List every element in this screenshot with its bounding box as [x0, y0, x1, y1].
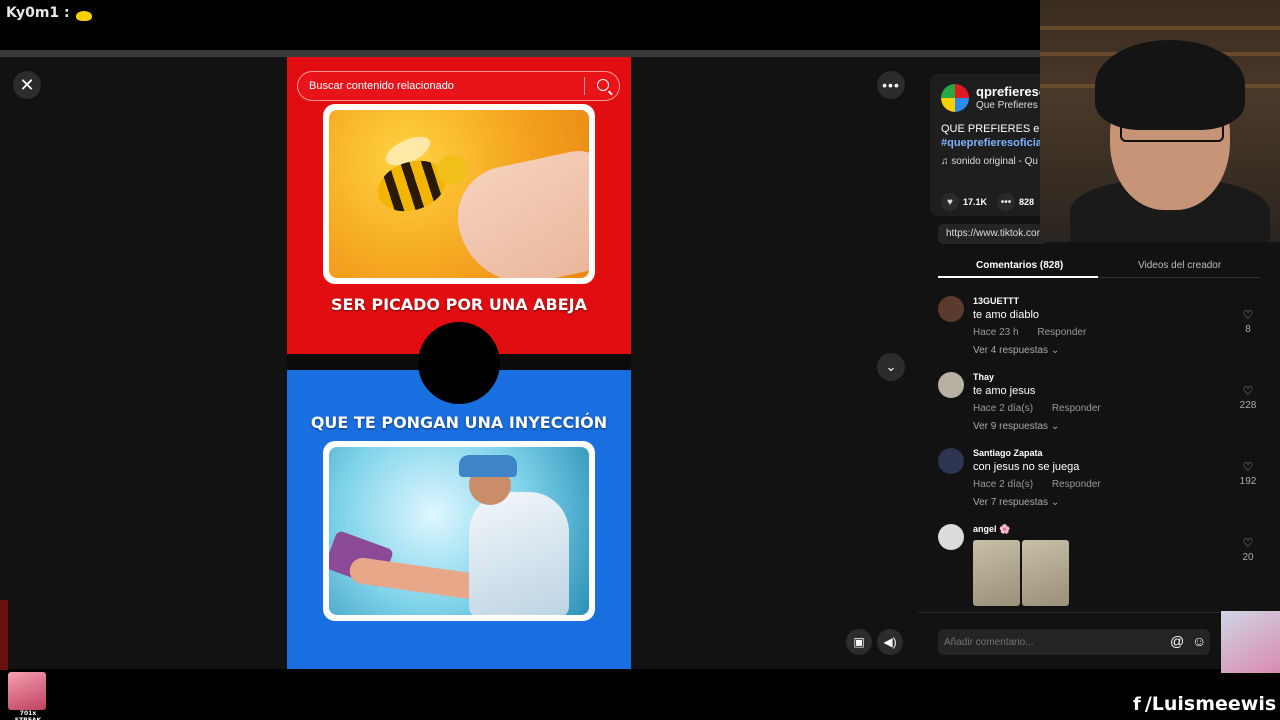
creator-avatar[interactable] [941, 84, 969, 112]
comment-meta: Hace 2 día(s) Responder [973, 403, 1117, 414]
view-replies-link[interactable]: Ver 4 respuestas ⌄ [973, 345, 1059, 356]
emote-icon [75, 11, 92, 21]
hand-shape [448, 144, 589, 278]
search-placeholder: Buscar contenido relacionado [309, 80, 454, 92]
comment-text: te amo jesus [973, 385, 1036, 397]
comment-image[interactable] [973, 540, 1020, 606]
more-options-button[interactable]: ••• [877, 71, 905, 99]
video-player[interactable]: Buscar contenido relacionado SER PICADO … [287, 57, 631, 669]
view-replies-link[interactable]: Ver 9 respuestas ⌄ [973, 421, 1059, 432]
creator-subtitle: Que Prefieres [976, 100, 1038, 111]
like-stat[interactable]: ♥ 17.1K [941, 193, 987, 211]
search-divider [584, 77, 585, 95]
commenter-name[interactable]: Thay [973, 372, 994, 382]
creator-name[interactable]: qprefieresoficial [976, 84, 1040, 99]
picture-in-picture-button[interactable]: ▣ [846, 629, 872, 655]
center-circle [418, 322, 500, 404]
tab-creator-videos[interactable]: Videos del creador [1138, 260, 1221, 271]
comment-item: 13GUETTT te amo diablo Hace 23 h Respond… [938, 296, 1260, 362]
nurse-body [469, 492, 569, 615]
top-option-caption: SER PICADO POR UNA ABEJA [331, 295, 587, 314]
reply-link[interactable]: Responder [1037, 327, 1086, 338]
comment-like-count: 228 [1239, 400, 1257, 411]
shelf [1040, 26, 1280, 30]
panel-tabs: Comentarios (828) Videos del creador [938, 256, 1260, 278]
reply-link[interactable]: Responder [1052, 479, 1101, 490]
heart-icon: ♥ [941, 193, 959, 211]
injection-illustration [329, 447, 589, 615]
heart-outline-icon: ♡ [1242, 384, 1254, 398]
active-tab-indicator [938, 276, 1098, 278]
streamer-glasses [1120, 122, 1224, 142]
emoji-icon[interactable]: ☺ [1192, 633, 1206, 649]
heart-outline-icon: ♡ [1242, 460, 1254, 474]
social-handle-text: /Luismeewis [1144, 693, 1277, 715]
webcam-overlay [1040, 0, 1280, 242]
streak-badge: 701x STREAK [8, 672, 48, 720]
nurse-cap [459, 455, 517, 477]
close-button[interactable]: ✕ [13, 71, 41, 99]
commenter-name[interactable]: angel 🌸 [973, 524, 1010, 535]
search-icon[interactable] [597, 79, 609, 91]
volume-button[interactable]: ◀) [877, 629, 903, 655]
commenter-avatar[interactable] [938, 524, 964, 550]
screen: Ky0m1 : ✕ Buscar contenido relacionado S… [0, 0, 1280, 720]
streak-image [8, 672, 46, 710]
bee-image-card [323, 104, 595, 284]
comment-like[interactable]: ♡ 8 [1236, 308, 1260, 335]
mention-icon[interactable]: @ [1170, 633, 1184, 649]
comment-text: con jesus no se juega [973, 461, 1080, 473]
video-url-field[interactable]: https://www.tiktok.com [938, 224, 1048, 244]
comment-input-area: @ ☺ [918, 612, 1220, 669]
heart-outline-icon: ♡ [1242, 308, 1254, 322]
social-handle: f /Luismeewis [1133, 693, 1276, 715]
top-divider [0, 50, 1040, 57]
commenter-name[interactable]: 13GUETTT [973, 296, 1019, 306]
comment-item: Santiago Zapata con jesus no se juega Ha… [938, 448, 1260, 514]
comment-like-count: 8 [1245, 324, 1251, 335]
like-count: 17.1K [963, 197, 988, 207]
chat-message: Ky0m1 : [6, 5, 92, 21]
related-search-input[interactable]: Buscar contenido relacionado [297, 71, 620, 101]
bee-head [437, 155, 467, 185]
bee-illustration [329, 110, 589, 278]
left-edge-overlay [0, 600, 8, 670]
music-label[interactable]: ♫ sonido original - Qu [941, 156, 1040, 167]
comment-meta: Hace 23 h Responder [973, 327, 1102, 338]
comment-image[interactable] [1022, 540, 1069, 606]
comment-stat[interactable]: ••• 828 [997, 193, 1034, 211]
next-video-button[interactable]: ⌄ [877, 353, 905, 381]
comment-like-count: 20 [1242, 552, 1254, 563]
pet-cam-overlay [1221, 611, 1280, 673]
hashtag-link[interactable]: #queprefieresoficial [941, 137, 1040, 149]
comment-like[interactable]: ♡ 192 [1236, 460, 1260, 487]
comment-item: Thay te amo jesus Hace 2 día(s) Responde… [938, 372, 1260, 438]
streak-label: 701x STREAK [15, 710, 41, 720]
comment-like[interactable]: ♡ 20 [1236, 536, 1260, 563]
video-description: QUE PREFIERES el q [941, 123, 1040, 135]
reply-link[interactable]: Responder [1052, 403, 1101, 414]
bottom-option-caption: QUE TE PONGAN UNA INYECCIÓN [310, 413, 608, 432]
commenter-avatar[interactable] [938, 372, 964, 398]
comment-count: 828 [1019, 197, 1035, 207]
commenter-name[interactable]: Santiago Zapata [973, 448, 1043, 458]
comment-bubble-icon: ••• [997, 193, 1015, 211]
facebook-icon: f [1133, 693, 1141, 715]
comment-like-count: 192 [1239, 476, 1257, 487]
comment-time: Hace 2 día(s) [973, 403, 1034, 414]
comment-text: te amo diablo [973, 309, 1040, 321]
chat-username: Ky0m1 : [6, 5, 70, 21]
tab-comments[interactable]: Comentarios (828) [976, 260, 1063, 271]
view-replies-link[interactable]: Ver 7 respuestas ⌄ [973, 497, 1059, 508]
commenter-avatar[interactable] [938, 448, 964, 474]
heart-outline-icon: ♡ [1242, 536, 1254, 550]
comment-like[interactable]: ♡ 228 [1236, 384, 1260, 411]
commenter-avatar[interactable] [938, 296, 964, 322]
comment-meta: Hace 2 día(s) Responder [973, 479, 1117, 490]
comment-time: Hace 2 día(s) [973, 479, 1034, 490]
comment-item: angel 🌸 ♡ 20 [938, 524, 1260, 610]
injection-image-card [323, 441, 595, 621]
streamer-hair [1095, 40, 1245, 130]
comment-time: Hace 23 h [973, 327, 1019, 338]
